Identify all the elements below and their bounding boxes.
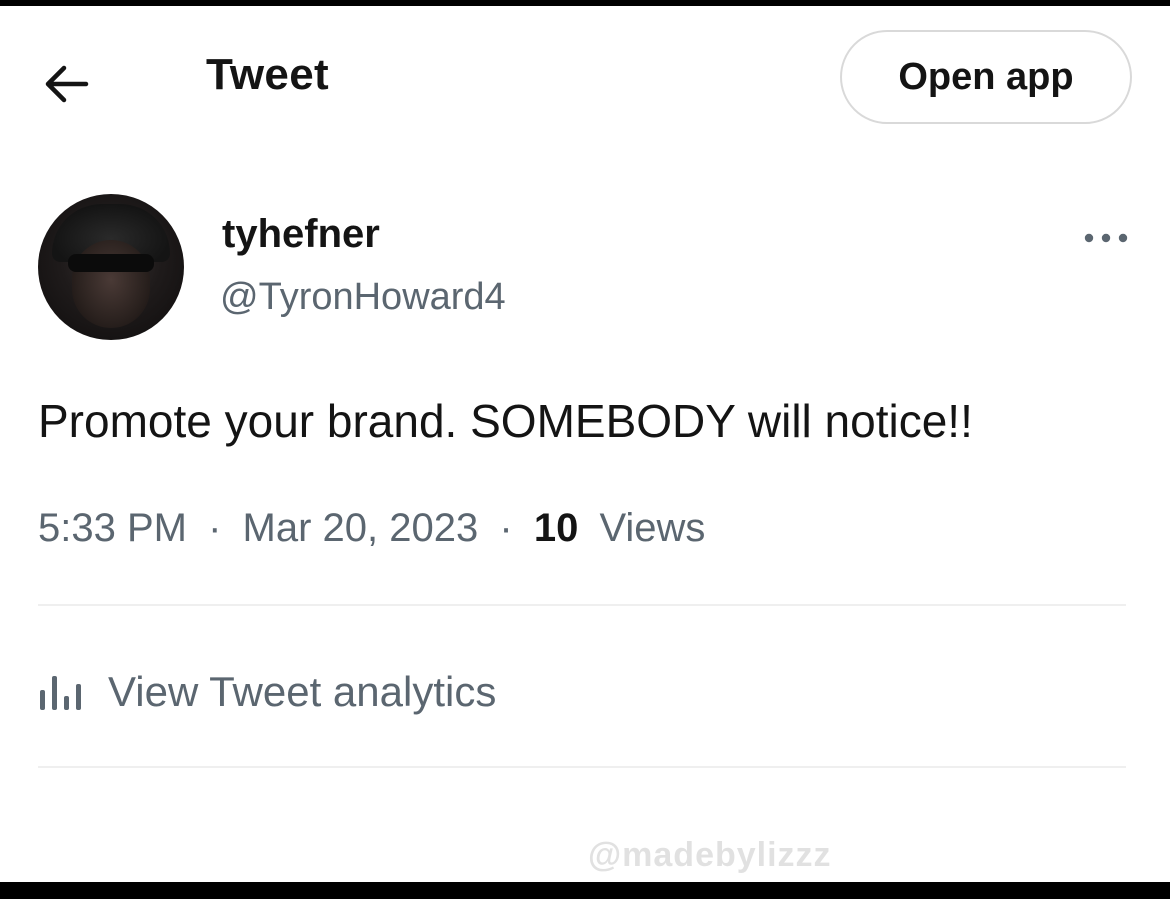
- tweet-date[interactable]: Mar 20, 2023: [243, 506, 479, 550]
- divider: [38, 766, 1126, 768]
- meta-separator: ·: [499, 506, 513, 550]
- views-count: 10: [533, 506, 579, 550]
- view-analytics-label: View Tweet analytics: [108, 668, 497, 715]
- views-label: Views: [599, 506, 706, 550]
- more-horizontal-icon: [1084, 233, 1128, 243]
- view-analytics-link[interactable]: View Tweet analytics: [38, 662, 496, 722]
- meta-separator: ·: [208, 506, 222, 550]
- avatar-glasses: [68, 254, 154, 272]
- back-button[interactable]: [38, 60, 94, 108]
- author-handle[interactable]: @TyronHoward4: [220, 276, 506, 319]
- arrow-left-icon: [45, 65, 89, 103]
- tweet-text: Promote your brand. SOMEBODY will notice…: [38, 395, 973, 447]
- open-app-button[interactable]: Open app: [840, 30, 1132, 124]
- tweet-time[interactable]: 5:33 PM: [38, 506, 187, 550]
- bar-chart-icon: [38, 672, 88, 712]
- tweet-meta: 5:33 PM · Mar 20, 2023 · 10 Views: [38, 506, 705, 551]
- avatar[interactable]: [38, 194, 184, 340]
- more-options-button[interactable]: [1078, 218, 1134, 258]
- author-display-name[interactable]: tyhefner: [222, 212, 380, 257]
- watermark: @madebylizzz: [588, 836, 832, 874]
- page-title: Tweet: [206, 50, 329, 99]
- divider: [38, 604, 1126, 606]
- tweet-screen: Tweet Open app tyhefner @TyronHoward4 Pr…: [0, 6, 1170, 882]
